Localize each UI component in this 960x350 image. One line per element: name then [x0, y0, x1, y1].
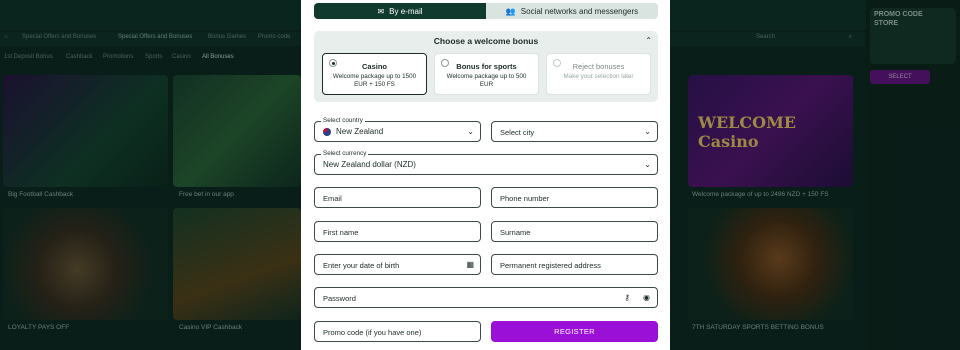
register-button[interactable]: REGISTER	[491, 321, 658, 342]
users-icon: 👥	[505, 6, 516, 16]
surname-placeholder: Surname	[500, 228, 531, 237]
envelope-icon: ✉	[377, 6, 385, 16]
bonus-option-sports[interactable]: Bonus for sports Welcome package up to 5…	[434, 53, 539, 95]
tab-label: By e-mail	[389, 6, 423, 16]
bonus-option-title: Casino	[361, 62, 387, 71]
chevron-up-icon[interactable]: ⌃	[645, 36, 652, 45]
country-label: Select country	[321, 117, 365, 124]
welcome-bonus-title: Choose a welcome bonus	[433, 36, 539, 46]
bonus-option-casino[interactable]: Casino Welcome package up to 1500 EUR + …	[322, 53, 427, 95]
chevron-down-icon: ⌄	[644, 160, 651, 169]
bonus-option-desc: Make your selection later	[563, 73, 634, 80]
password-placeholder: Password	[323, 294, 356, 303]
bonus-option-desc: Welcome package up to 1500 EUR + 150 FS	[332, 73, 417, 88]
country-value: New Zealand	[336, 127, 384, 136]
phone-placeholder: Phone number	[500, 194, 550, 203]
promo-code-placeholder: Promo code (if you have one)	[323, 328, 422, 337]
promo-code-field[interactable]: Promo code (if you have one)	[314, 321, 481, 342]
bonus-option-title: Reject bonuses	[572, 62, 625, 71]
flag-icon	[323, 128, 331, 136]
phone-field[interactable]: Phone number	[491, 187, 658, 208]
currency-label: Select currency	[321, 150, 369, 157]
email-placeholder: Email	[323, 194, 342, 203]
city-select[interactable]: Select city ⌄	[491, 121, 658, 142]
country-select[interactable]: Select country New Zealand ⌄	[314, 117, 481, 142]
tab-by-email[interactable]: ✉ By e-mail	[314, 3, 486, 19]
bonus-option-reject[interactable]: Reject bonuses Make your selection later	[546, 53, 651, 95]
email-field[interactable]: Email	[314, 187, 481, 208]
currency-select[interactable]: Select currency New Zealand dollar (NZD)…	[314, 150, 658, 175]
tab-social-networks[interactable]: 👥 Social networks and messengers	[486, 3, 658, 19]
registration-modal: ✉ By e-mail 👥 Social networks and messen…	[301, 0, 670, 350]
bonus-option-desc: Welcome package up to 500 EUR	[446, 73, 527, 88]
first-name-field[interactable]: First name	[314, 221, 481, 242]
password-field[interactable]: Password ⚷ ◉	[314, 287, 658, 308]
city-placeholder: Select city	[500, 128, 535, 137]
address-field[interactable]: Permanent registered address	[491, 254, 658, 275]
key-icon[interactable]: ⚷	[624, 293, 630, 302]
eye-slash-icon[interactable]: ◉	[643, 293, 650, 302]
first-name-placeholder: First name	[323, 228, 359, 237]
dob-placeholder: Enter your date of birth	[323, 261, 400, 270]
surname-field[interactable]: Surname	[491, 221, 658, 242]
calendar-icon[interactable]: ▦	[466, 260, 474, 269]
tab-label: Social networks and messengers	[520, 6, 639, 16]
bonus-option-title: Bonus for sports	[456, 62, 517, 71]
currency-value: New Zealand dollar (NZD)	[323, 160, 416, 169]
welcome-bonus-section: Choose a welcome bonus ⌃ Casino Welcome …	[314, 31, 658, 102]
chevron-down-icon: ⌄	[644, 127, 651, 136]
chevron-down-icon: ⌄	[467, 127, 474, 136]
address-placeholder: Permanent registered address	[500, 261, 601, 270]
registration-tabs: ✉ By e-mail 👥 Social networks and messen…	[314, 3, 658, 19]
date-of-birth-field[interactable]: Enter your date of birth ▦	[314, 254, 481, 275]
